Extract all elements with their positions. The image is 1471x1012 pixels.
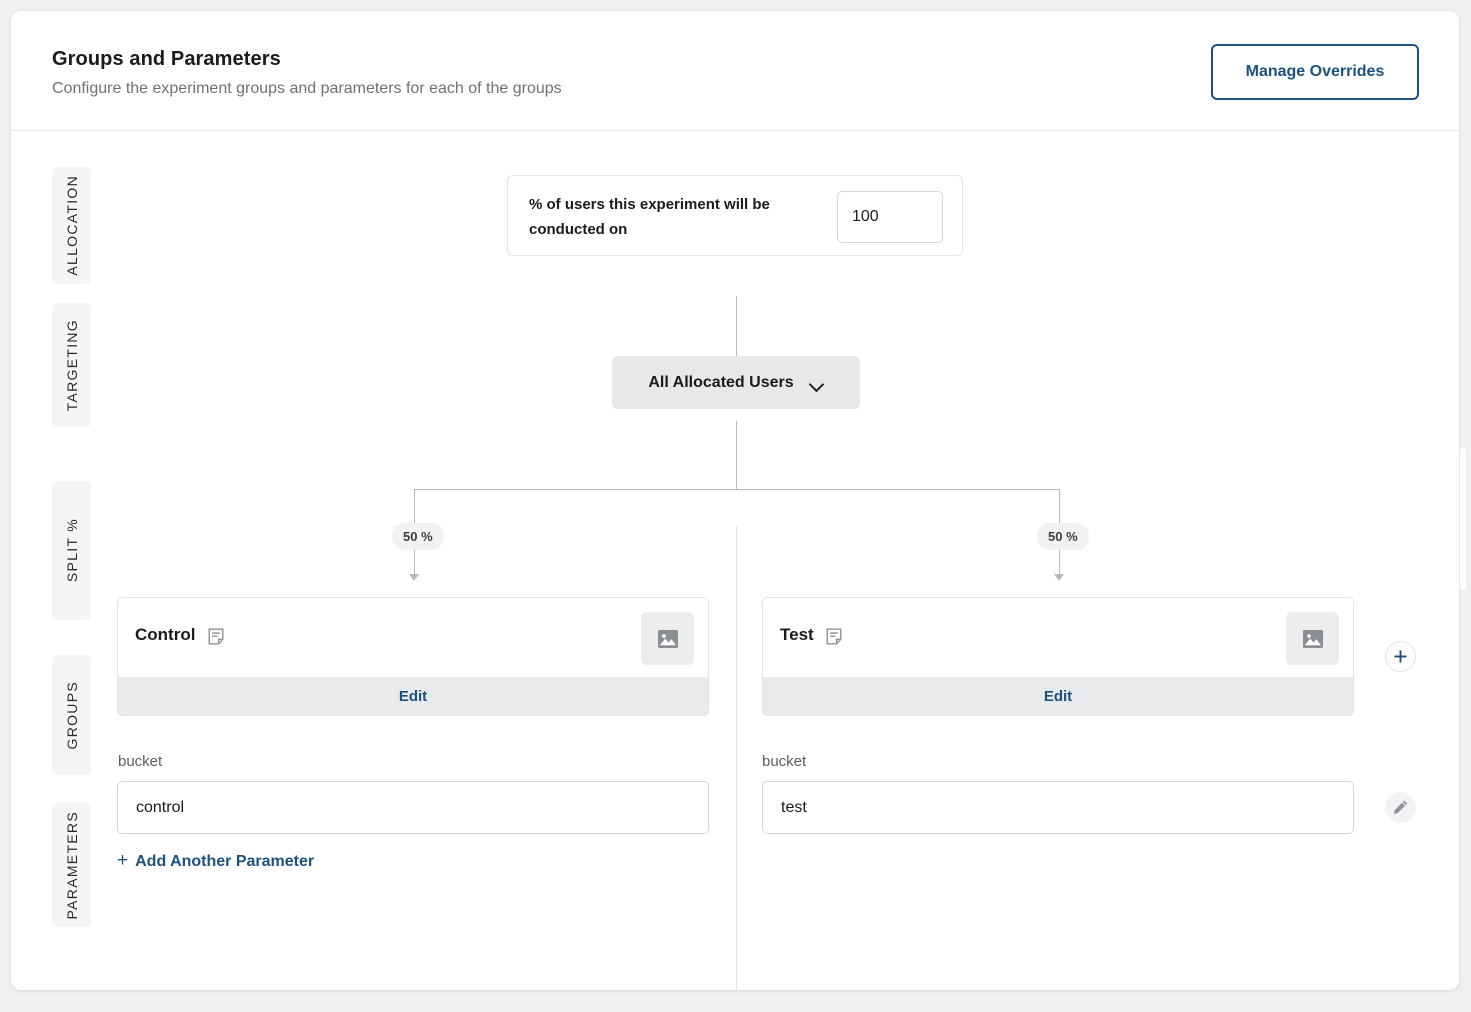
allocation-label: % of users this experiment will be condu…: [529, 193, 819, 243]
section-tab-split: SPLIT %: [52, 481, 91, 620]
card-header: Groups and Parameters Configure the expe…: [11, 11, 1459, 131]
connector-arrow-right-group: [1054, 574, 1064, 581]
connector-targeting-trunk: [736, 421, 737, 490]
split-percentage-badge-control[interactable]: 50 %: [392, 523, 444, 550]
image-icon: [1302, 628, 1324, 650]
allocation-card: % of users this experiment will be condu…: [507, 175, 963, 256]
add-another-parameter-label: Add Another Parameter: [135, 853, 314, 871]
targeting-audience-dropdown[interactable]: All Allocated Users: [612, 356, 860, 409]
section-tab-targeting-label: TARGETING: [64, 319, 80, 411]
section-tab-groups-label: GROUPS: [64, 681, 80, 749]
section-tab-allocation-label: ALLOCATION: [64, 175, 80, 276]
page-scrollbar-thumb[interactable]: [1460, 448, 1466, 590]
group-card-control-header: Control: [118, 598, 708, 679]
connector-arrow-left-group: [409, 574, 419, 581]
add-group-button[interactable]: [1385, 641, 1416, 672]
section-tab-targeting: TARGETING: [52, 303, 91, 427]
image-icon: [657, 628, 679, 650]
group-column-divider: [736, 526, 737, 990]
chevron-down-icon: [810, 379, 824, 387]
parameter-label-test: bucket: [762, 753, 806, 770]
split-percentage-badge-test[interactable]: 50 %: [1037, 523, 1089, 550]
targeting-audience-label: All Allocated Users: [648, 374, 793, 392]
page-subtitle: Configure the experiment groups and para…: [52, 80, 562, 98]
edit-group-button-test[interactable]: Edit: [763, 677, 1353, 715]
section-tab-allocation: ALLOCATION: [52, 167, 91, 284]
plus-icon: [1393, 649, 1408, 664]
group-image-button-test[interactable]: [1286, 612, 1339, 665]
group-image-button-control[interactable]: [641, 612, 694, 665]
parameter-value-input-test[interactable]: [762, 781, 1354, 834]
connector-allocation-to-targeting: [736, 296, 737, 356]
note-icon[interactable]: [826, 628, 842, 645]
plus-icon: +: [117, 851, 128, 870]
section-tab-parameters: PARAMETERS: [52, 803, 91, 927]
add-another-parameter-button[interactable]: + Add Another Parameter: [117, 852, 314, 871]
group-name-control: Control: [135, 625, 195, 645]
group-name-test: Test: [780, 625, 814, 645]
section-tab-split-label: SPLIT %: [64, 518, 80, 582]
diagram-canvas: ALLOCATION TARGETING SPLIT % GROUPS PARA…: [11, 131, 1459, 990]
section-tab-parameters-label: PARAMETERS: [64, 811, 80, 919]
page-title: Groups and Parameters: [52, 48, 281, 71]
edit-parameters-button[interactable]: [1385, 792, 1416, 823]
note-icon[interactable]: [208, 628, 224, 645]
connector-split-bus: [414, 489, 1059, 490]
edit-group-button-control[interactable]: Edit: [118, 677, 708, 715]
group-card-test: Test Edit: [762, 597, 1354, 716]
pencil-icon: [1392, 799, 1409, 816]
page-scrollbar-track[interactable]: [1461, 0, 1469, 1012]
parameter-value-input-control[interactable]: [117, 781, 709, 834]
groups-and-parameters-card: Groups and Parameters Configure the expe…: [11, 11, 1459, 990]
group-card-test-header: Test: [763, 598, 1353, 679]
allocation-percentage-input[interactable]: [837, 191, 943, 243]
group-card-control: Control Edit: [117, 597, 709, 716]
manage-overrides-button[interactable]: Manage Overrides: [1211, 44, 1419, 100]
parameter-label-control: bucket: [118, 753, 162, 770]
section-tab-groups: GROUPS: [52, 655, 91, 775]
